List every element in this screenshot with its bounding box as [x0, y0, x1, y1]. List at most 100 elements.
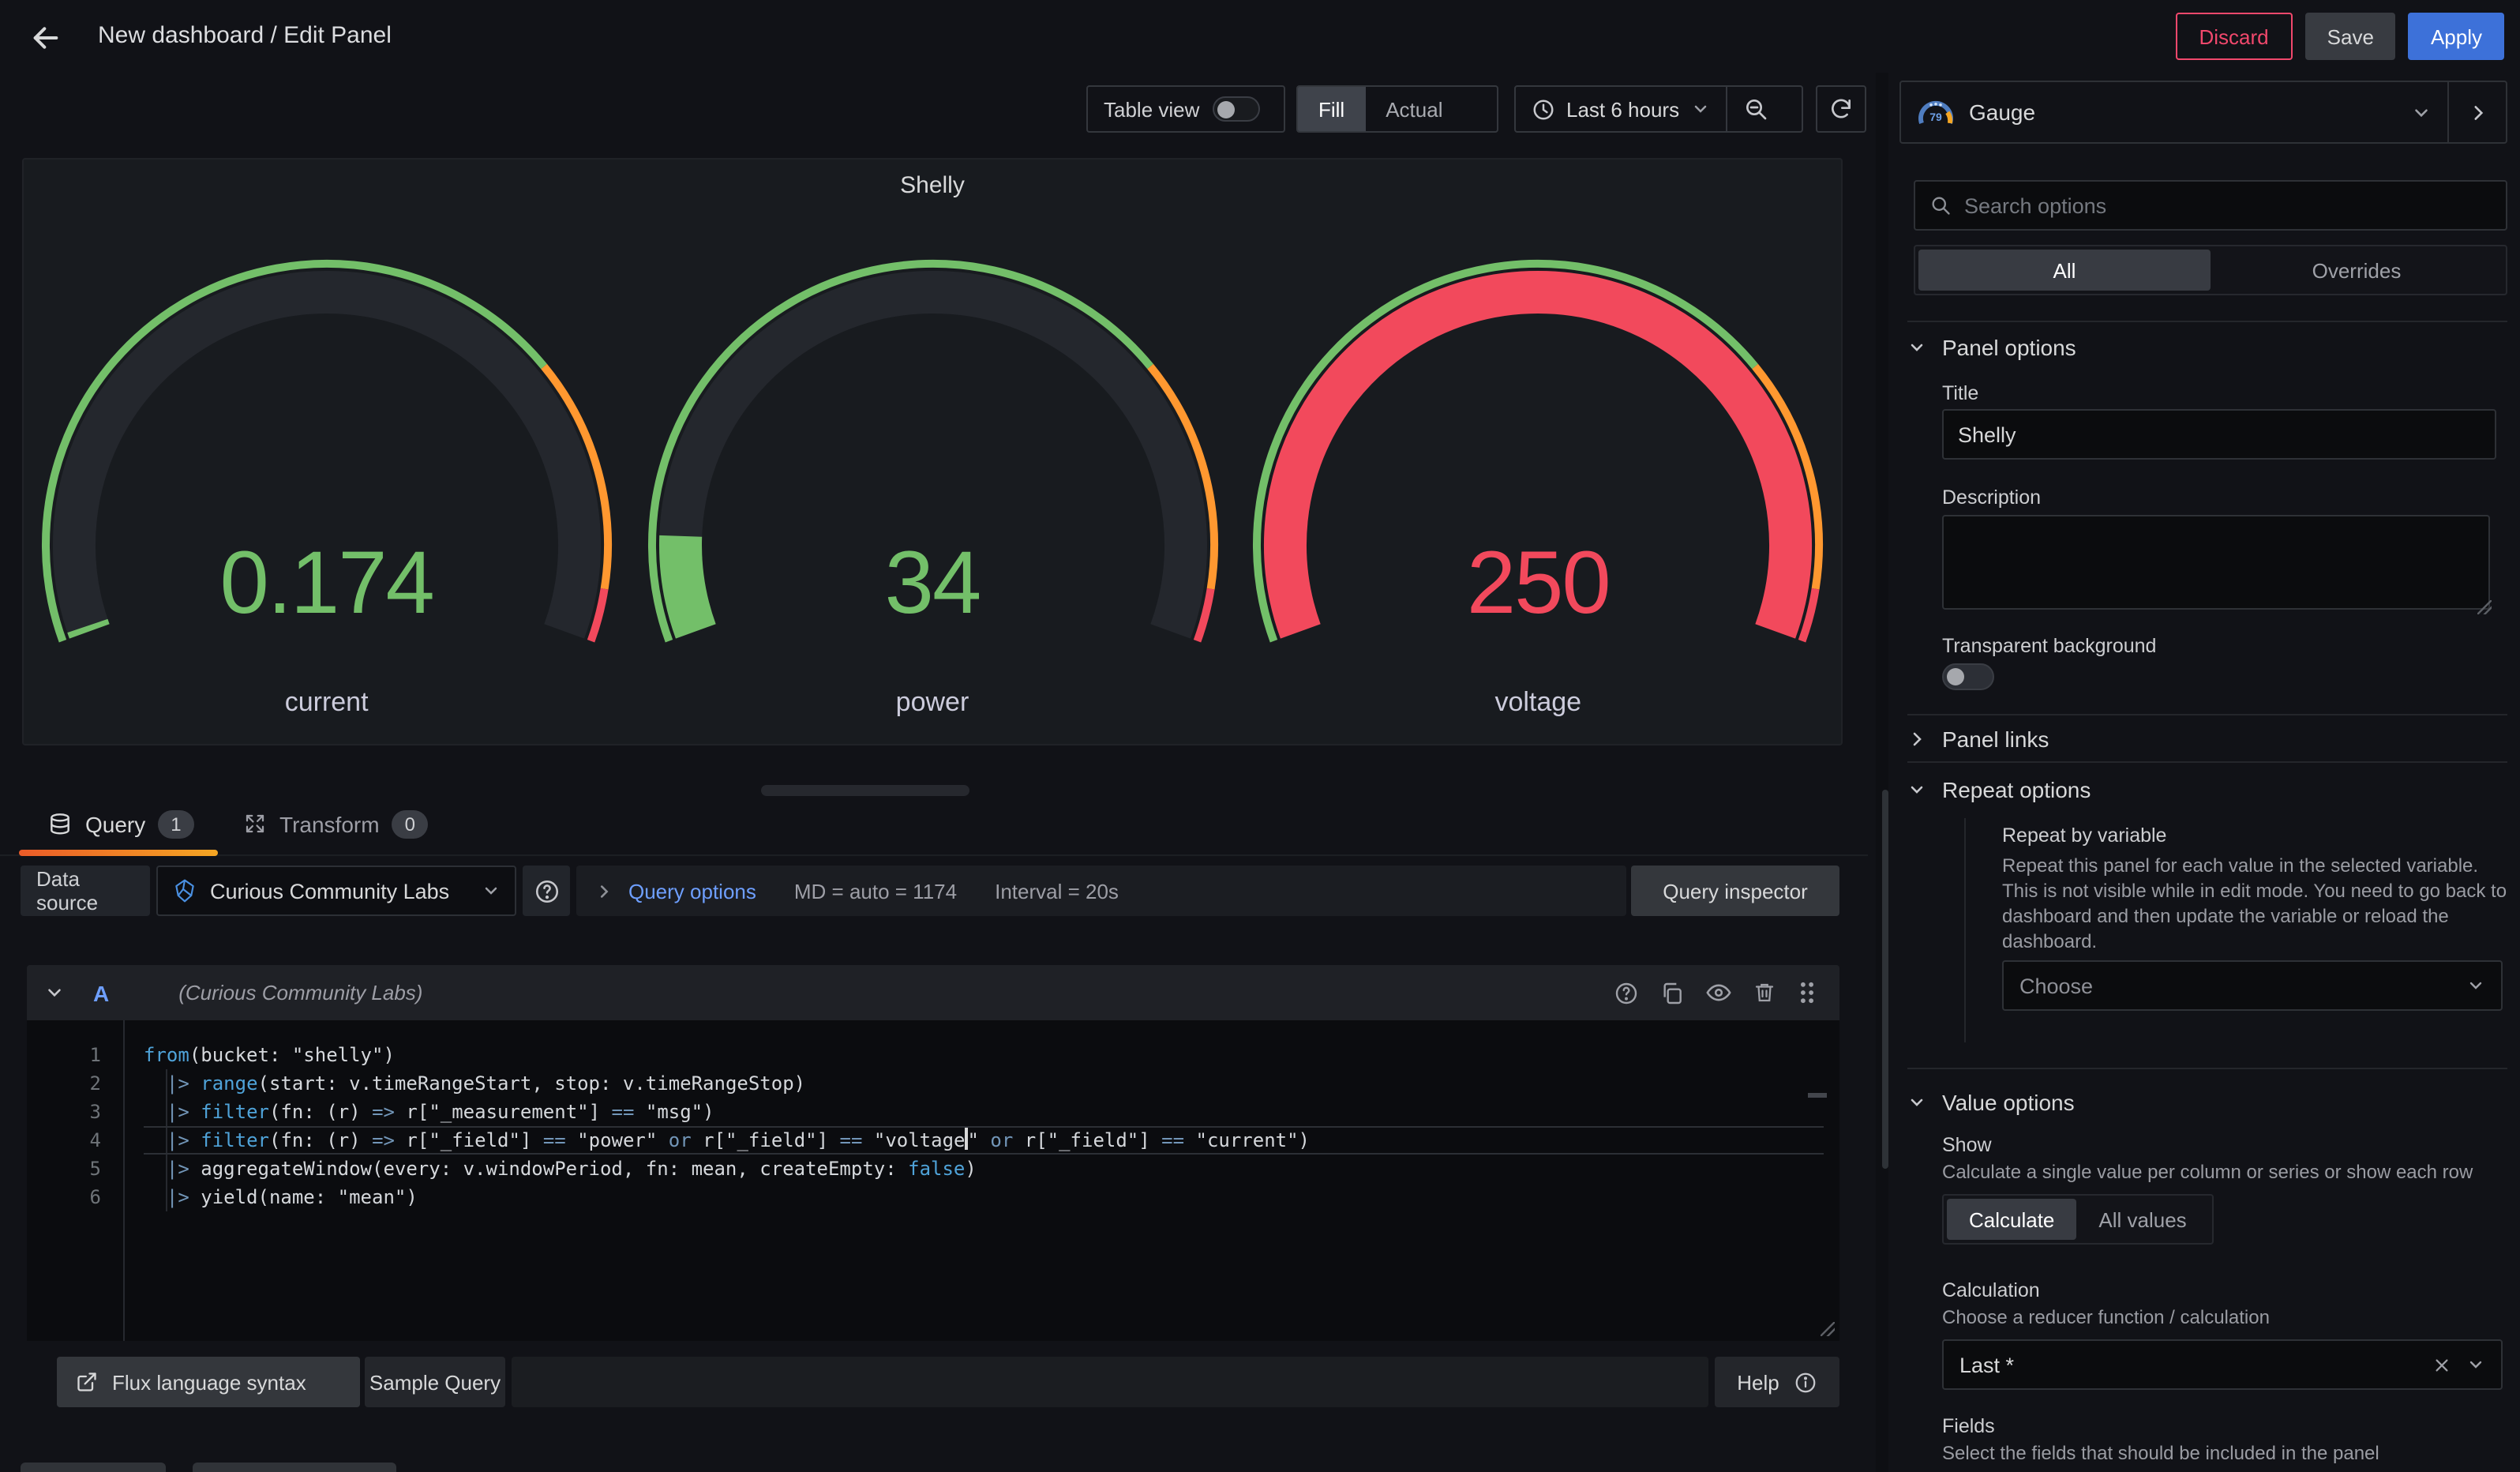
datasource-help-button[interactable]	[523, 866, 570, 916]
show-description: Calculate a single value per column or s…	[1942, 1159, 2511, 1185]
transform-icon	[243, 812, 267, 836]
code-line-2[interactable]: 2 |> range(start: v.timeRangeStart, stop…	[27, 1069, 1839, 1098]
toggle-visibility-button[interactable]	[1705, 979, 1732, 1006]
query-inspector-button[interactable]: Query inspector	[1631, 866, 1839, 916]
gauge-value-power: 34	[629, 531, 1235, 633]
calculation-select[interactable]: Last *	[1942, 1339, 2503, 1390]
repeat-variable-value: Choose	[2019, 974, 2466, 997]
toggle-knob	[1217, 101, 1234, 118]
panel-links-header[interactable]: Panel links	[1907, 727, 2049, 752]
influxdb-icon	[172, 878, 197, 903]
svg-text:79: 79	[1929, 110, 1942, 122]
help-circle-icon	[1614, 980, 1639, 1005]
external-link-icon	[76, 1371, 98, 1393]
active-tab-underline	[19, 850, 218, 856]
search-icon	[1929, 194, 1952, 216]
transform-count-badge: 0	[392, 809, 428, 838]
fill-option[interactable]: Fill	[1298, 87, 1365, 131]
tab-query[interactable]: Query 1	[47, 798, 194, 850]
calculate-option[interactable]: Calculate	[1947, 1199, 2076, 1240]
help-button[interactable]: Help	[1715, 1357, 1839, 1407]
actual-option[interactable]: Actual	[1365, 87, 1463, 131]
collapse-options-button[interactable]	[2449, 82, 2506, 142]
textarea-resize-corner[interactable]	[2477, 600, 2492, 614]
clear-icon[interactable]	[2433, 1356, 2451, 1373]
pane-splitter[interactable]	[1876, 73, 1888, 1472]
show-segmented: Calculate All values	[1942, 1194, 2214, 1245]
code-line-1[interactable]: 1from(bucket: "shelly")	[27, 1041, 1839, 1069]
gauge-voltage: 250voltage	[1236, 259, 1841, 733]
line-content: |> filter(fn: (r) => r["_measurement"] =…	[144, 1098, 1824, 1126]
code-line-5[interactable]: 5 |> aggregateWindow(every: v.windowPeri…	[27, 1155, 1839, 1183]
transparent-bg-toggle[interactable]	[1942, 663, 1994, 690]
table-view-toggle[interactable]	[1212, 96, 1259, 122]
save-button[interactable]: Save	[2305, 13, 2396, 60]
panel-title: Shelly	[24, 172, 1841, 199]
repeat-by-variable-label: Repeat by variable	[2002, 824, 2166, 847]
grafana-edit-panel: New dashboard / Edit Panel Discard Save …	[0, 0, 2520, 1472]
repeat-variable-select[interactable]: Choose	[2002, 960, 2503, 1011]
options-search-input[interactable]	[1964, 193, 2492, 217]
fields-description: Select the fields that should be include…	[1942, 1440, 2495, 1466]
gauge-current: 0.174current	[24, 259, 629, 733]
refresh-button[interactable]	[1816, 85, 1866, 133]
code-line-4[interactable]: 4 |> filter(fn: (r) => r["_field"] == "p…	[27, 1126, 1839, 1155]
filter-all[interactable]: All	[1918, 250, 2211, 291]
query-options-link[interactable]: Query options	[628, 879, 756, 903]
add-query-button-partial[interactable]	[21, 1463, 166, 1472]
flux-syntax-button[interactable]: Flux language syntax	[57, 1357, 360, 1407]
flux-syntax-label: Flux language syntax	[112, 1370, 306, 1394]
line-number: 3	[27, 1098, 101, 1126]
time-range-picker[interactable]: Last 6 hours	[1516, 87, 1725, 131]
delete-query-button[interactable]	[1753, 981, 1776, 1004]
visualization-picker[interactable]: 79 Gauge	[1899, 81, 2507, 144]
query-options-bar: Query options MD = auto = 1174 Interval …	[576, 866, 1626, 916]
line-content: |> aggregateWindow(every: v.windowPeriod…	[144, 1155, 1824, 1183]
description-textarea[interactable]	[1942, 515, 2490, 610]
fill-actual-segmented: Fill Actual	[1296, 85, 1498, 133]
description-label: Description	[1942, 486, 2041, 509]
query-count-badge: 1	[158, 809, 193, 838]
value-options-header[interactable]: Value options	[1907, 1090, 2075, 1115]
options-search[interactable]	[1914, 180, 2507, 231]
options-filter-tabs: All Overrides	[1914, 245, 2507, 295]
all-values-option[interactable]: All values	[2076, 1199, 2208, 1240]
repeat-options-header[interactable]: Repeat options	[1907, 777, 2091, 802]
drag-handle-icon[interactable]	[1797, 979, 1817, 1006]
discard-button[interactable]: Discard	[2176, 13, 2293, 60]
apply-button[interactable]: Apply	[2409, 13, 2504, 60]
add-expression-button-partial[interactable]	[193, 1463, 396, 1472]
datasource-label: Data source	[21, 866, 150, 916]
line-content: from(bucket: "shelly")	[144, 1041, 1824, 1069]
editor-resize-corner[interactable]	[1821, 1322, 1835, 1336]
tab-transform[interactable]: Transform 0	[243, 798, 428, 850]
line-number: 4	[27, 1126, 101, 1155]
query-card-header[interactable]: A (Curious Community Labs)	[27, 965, 1839, 1020]
chevron-right-icon	[595, 882, 613, 899]
options-scrollbar-thumb[interactable]	[1882, 790, 1888, 1169]
eye-icon	[1705, 979, 1732, 1006]
calculation-label: Calculation	[1942, 1279, 2040, 1301]
back-button[interactable]	[25, 17, 66, 58]
panel-resize-handle[interactable]	[761, 785, 969, 796]
tab-transform-label: Transform	[279, 811, 380, 836]
code-line-6[interactable]: 6 |> yield(name: "mean")	[27, 1183, 1839, 1211]
gauges: 0.174current34power250voltage	[24, 259, 1841, 733]
panel-links-title: Panel links	[1942, 727, 2049, 752]
divider	[1907, 714, 2507, 715]
query-help-button[interactable]	[1614, 980, 1639, 1005]
flux-code-editor[interactable]: 1from(bucket: "shelly")2 |> range(start:…	[27, 1020, 1839, 1341]
interval: Interval = 20s	[995, 879, 1119, 903]
datasource-name: Curious Community Labs	[210, 879, 469, 903]
sample-query-button[interactable]: Sample Query	[365, 1357, 505, 1407]
panel-options-header[interactable]: Panel options	[1907, 335, 2076, 360]
code-line-3[interactable]: 3 |> filter(fn: (r) => r["_measurement"]…	[27, 1098, 1839, 1126]
zoom-out-button[interactable]	[1727, 87, 1783, 131]
duplicate-query-button[interactable]	[1659, 980, 1685, 1005]
breadcrumb: New dashboard / Edit Panel	[98, 22, 392, 49]
divider	[1907, 761, 2507, 763]
panel-title-input[interactable]	[1942, 409, 2496, 460]
section-indent-line	[1964, 818, 1966, 1042]
datasource-picker[interactable]: Curious Community Labs	[156, 866, 516, 916]
filter-overrides[interactable]: Overrides	[2211, 250, 2503, 291]
